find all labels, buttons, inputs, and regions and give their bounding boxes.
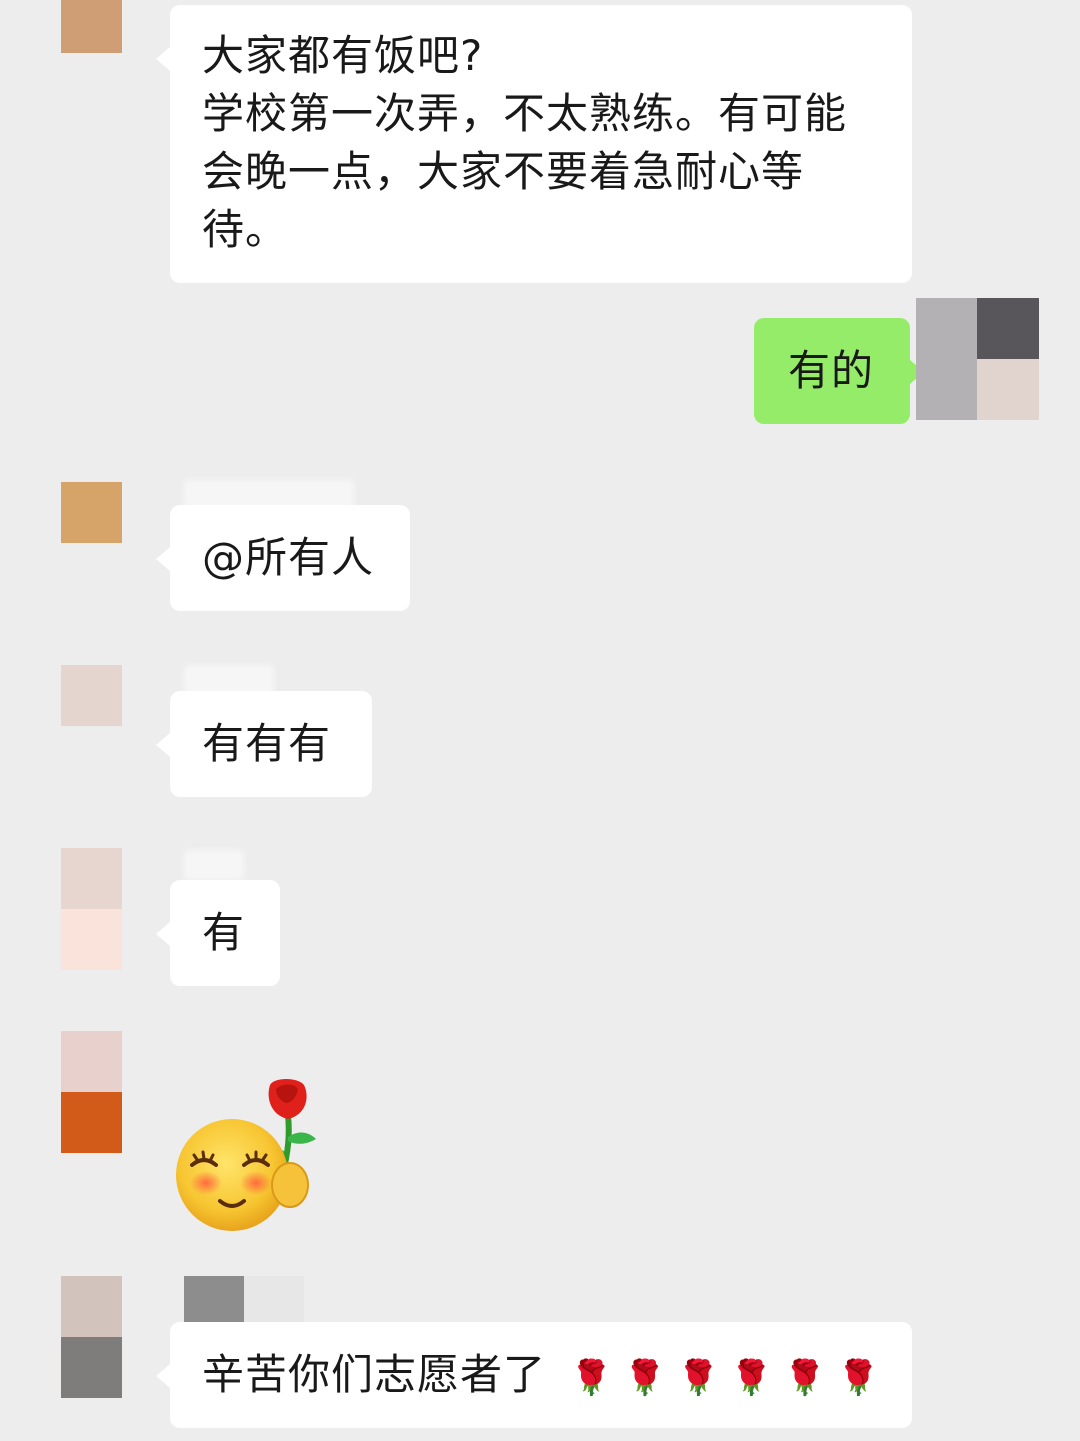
smiling-face-holding-rose-sticker[interactable] xyxy=(170,1075,330,1235)
avatar[interactable] xyxy=(61,0,122,53)
message-bubble[interactable]: 有的 xyxy=(754,318,924,424)
message-text: 会晚一点，大家不要着急耐心等 xyxy=(202,147,805,196)
rose-icon: 🌹 xyxy=(783,1357,828,1398)
rose-icon: 🌹 xyxy=(837,1357,881,1398)
message-text: 待。 xyxy=(202,205,289,254)
message-text: 大家都有饭吧? xyxy=(202,31,484,80)
message-text: 有有有 xyxy=(202,719,332,768)
message-bubble[interactable]: 有有有 xyxy=(156,691,372,797)
message-text: 辛苦你们志愿者了 🌹 🌹 🌹 🌹 🌹 🌹 xyxy=(202,1346,880,1407)
rose-icon: 🌹 xyxy=(677,1357,721,1398)
message-bubble[interactable]: 辛苦你们志愿者了 🌹 🌹 🌹 🌹 🌹 🌹 xyxy=(156,1322,912,1428)
avatar[interactable] xyxy=(61,482,122,543)
message-bubble[interactable]: @所有人 xyxy=(156,505,410,611)
rose-icon: 🌹 xyxy=(623,1357,668,1398)
message-bubble[interactable]: 有 xyxy=(156,880,280,986)
avatar[interactable] xyxy=(61,848,122,970)
avatar[interactable] xyxy=(61,1276,122,1398)
message-text: 学校第一次弄，不太熟练。有可能 xyxy=(202,89,848,138)
rose-icon: 🌹 xyxy=(570,1357,614,1398)
sender-name xyxy=(184,850,244,880)
message-text: @所有人 xyxy=(202,533,375,582)
message-text: 有的 xyxy=(788,346,875,395)
avatar[interactable] xyxy=(916,298,1039,420)
sticker-image xyxy=(176,1079,316,1231)
avatar[interactable] xyxy=(61,665,122,726)
avatar[interactable] xyxy=(61,1031,122,1153)
message-bubble[interactable]: 大家都有饭吧? 学校第一次弄，不太熟练。有可能 会晚一点，大家不要着急耐心等 待… xyxy=(156,5,912,283)
message-text-body: 辛苦你们志愿者了 xyxy=(202,1350,547,1399)
rose-icon: 🌹 xyxy=(730,1357,774,1398)
message-text: 有 xyxy=(202,908,246,957)
